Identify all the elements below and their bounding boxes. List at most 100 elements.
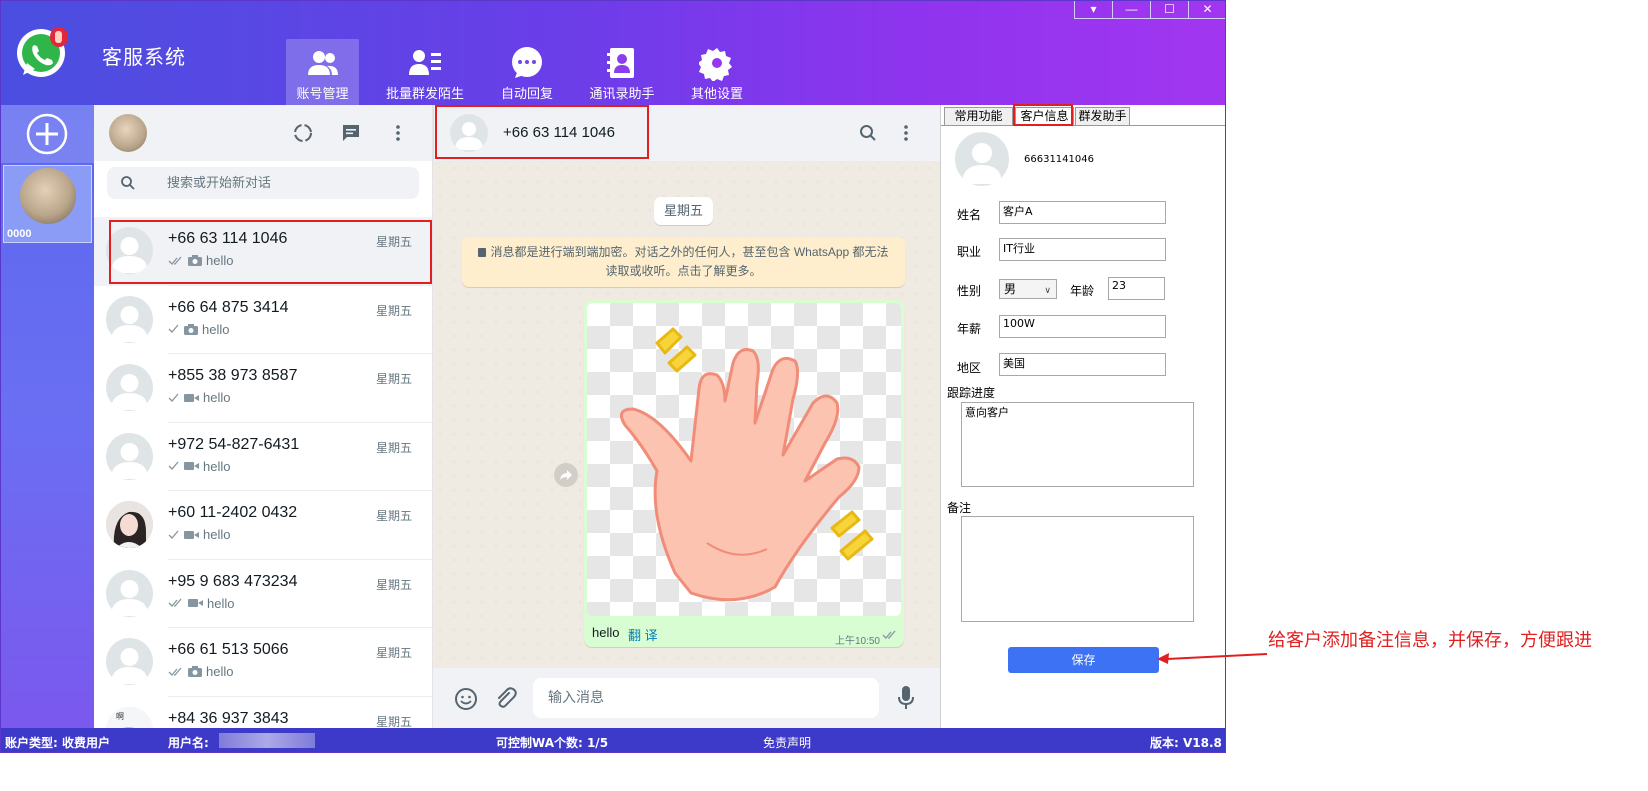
tab-common-functions[interactable]: 常用功能: [944, 107, 1013, 126]
encryption-notice-text: 消息都是进行端到端加密。对话之外的任何人，甚至包含 WhatsApp 都无法读取…: [490, 245, 889, 278]
check-icon: [168, 530, 179, 539]
nav-auto-reply[interactable]: 自动回复: [497, 39, 557, 105]
contact-name[interactable]: +66 63 114 1046: [503, 124, 615, 141]
emoji-icon[interactable]: [454, 687, 478, 711]
name-label: 姓名: [957, 208, 982, 222]
menu-dots-icon[interactable]: [897, 123, 915, 143]
salary-field[interactable]: 100W: [999, 315, 1166, 338]
note-field[interactable]: [961, 516, 1194, 622]
waving-hand-sticker: [587, 303, 901, 616]
message-input[interactable]: [548, 689, 848, 705]
my-avatar[interactable]: [109, 114, 147, 152]
progress-field[interactable]: 意向客户: [961, 402, 1194, 487]
chat-row[interactable]: +95 9 683 473234 星期五 hello: [94, 560, 432, 628]
chat-row[interactable]: +66 61 513 5066 星期五 hello: [94, 628, 432, 697]
chat-name: +95 9 683 473234: [168, 572, 298, 590]
message-time: 上午10:50: [834, 636, 880, 647]
default-avatar-icon: [962, 143, 1002, 184]
encryption-notice[interactable]: 消息都是进行端到端加密。对话之外的任何人，甚至包含 WhatsApp 都无法读取…: [462, 237, 905, 287]
progress-label: 跟踪进度: [947, 386, 996, 400]
chat-row[interactable]: +66 63 114 1046 星期五 hello: [94, 217, 432, 286]
default-avatar-icon: [455, 122, 483, 150]
chat-avatar: [106, 501, 153, 548]
contact-avatar[interactable]: [450, 114, 488, 152]
nav-account-management[interactable]: 账号管理: [286, 39, 359, 105]
chat-avatar: [106, 364, 153, 411]
chat-preview-text: hello: [202, 321, 230, 337]
gear-icon: [699, 48, 732, 81]
window-maximize-button[interactable]: ☐: [1151, 1, 1189, 18]
chat-name: +66 61 513 5066: [168, 641, 289, 658]
menu-dots-icon[interactable]: [388, 123, 408, 143]
account-avatar: [20, 168, 76, 224]
disclaimer-link[interactable]: 免责声明: [763, 734, 811, 751]
video-icon: [184, 530, 199, 539]
tab-bulk-send-assistant[interactable]: 群发助手: [1075, 107, 1130, 126]
message-input-box: [533, 678, 879, 718]
nav-bulk-send-strangers[interactable]: 批量群发陌生人: [381, 39, 469, 120]
search-input[interactable]: [167, 175, 397, 190]
plus-circle-icon: [26, 113, 68, 155]
microphone-icon[interactable]: [897, 685, 915, 711]
age-label: 年龄: [1070, 284, 1095, 298]
camera-icon: [188, 666, 202, 677]
chat-row[interactable]: +66 64 875 3414 星期五 hello: [94, 286, 432, 354]
save-button[interactable]: 保存: [1008, 647, 1159, 673]
chat-preview: hello: [168, 322, 229, 337]
search-icon[interactable]: [859, 124, 877, 142]
message-composer: [433, 668, 940, 728]
check-icon: [168, 393, 179, 402]
chat-preview: hello: [168, 596, 234, 611]
annotation-text: 给客户添加备注信息，并保存，方便跟进: [1268, 630, 1592, 650]
username-label: 用户名:: [168, 736, 209, 750]
forward-icon: [560, 470, 572, 480]
job-field[interactable]: IT行业: [999, 238, 1166, 261]
window-close-button[interactable]: ✕: [1189, 1, 1225, 18]
chat-time: 星期五: [375, 440, 412, 455]
chat-preview-text: hello: [203, 527, 231, 542]
nav-label: 自动回复: [500, 86, 553, 101]
translate-link[interactable]: 翻 译: [628, 625, 658, 644]
chat-preview: hello: [168, 390, 230, 405]
chat-preview-text: hello: [206, 664, 234, 679]
tab-divider: [941, 125, 1225, 126]
window-menu-button[interactable]: ▾: [1075, 1, 1113, 18]
chat-preview: hello: [168, 664, 233, 679]
region-field[interactable]: 美国: [999, 353, 1166, 376]
nav-address-book[interactable]: 通讯录助手: [589, 39, 655, 105]
message-text: hello: [592, 625, 620, 640]
forward-button[interactable]: [554, 463, 578, 487]
chat-preview: hello: [168, 459, 230, 474]
chat-time: 星期五: [375, 235, 412, 249]
chat-name: +84 36 937 3843: [168, 709, 289, 727]
address-book-icon: [607, 48, 634, 78]
chat-row[interactable]: +855 38 973 8587 星期五 hello: [94, 354, 432, 423]
chat-preview-text: hello: [203, 390, 231, 405]
nav-other-settings[interactable]: 其他设置: [689, 39, 745, 105]
message-bubble[interactable]: hello 翻 译 上午10:50: [584, 300, 904, 647]
account-card[interactable]: 0000: [3, 165, 92, 243]
double-check-icon: [168, 256, 182, 265]
chat-preview-text: hello: [206, 253, 234, 268]
waving-hand-icon: [619, 327, 874, 602]
window-minimize-button[interactable]: —: [1113, 1, 1151, 18]
chat-preview-text: hello: [207, 595, 235, 611]
app-title: 客服系统: [102, 47, 186, 69]
lock-icon: [478, 248, 487, 257]
gender-select[interactable]: 男 ∨: [999, 279, 1057, 299]
new-chat-icon[interactable]: [341, 123, 361, 143]
check-icon: [168, 461, 179, 470]
chat-avatar: [106, 295, 153, 343]
age-field[interactable]: 23: [1108, 277, 1165, 300]
tab-customer-info[interactable]: 客户信息: [1015, 107, 1074, 126]
chat-row[interactable]: +60 11-2402 0432 星期五 hello: [94, 491, 432, 560]
chat-name: +60 11-2402 0432: [168, 504, 298, 521]
salary-label: 年薪: [957, 322, 982, 336]
nav-label: 通讯录助手: [589, 86, 655, 101]
add-account-button[interactable]: [1, 105, 94, 163]
chat-row[interactable]: 啊 +84 36 937 3843 星期五: [94, 697, 432, 728]
status-icon[interactable]: [293, 123, 313, 143]
chat-row[interactable]: +972 54-827-6431 星期五 hello: [94, 423, 432, 491]
attach-icon[interactable]: [493, 687, 517, 711]
name-field[interactable]: 客户A: [999, 201, 1166, 224]
